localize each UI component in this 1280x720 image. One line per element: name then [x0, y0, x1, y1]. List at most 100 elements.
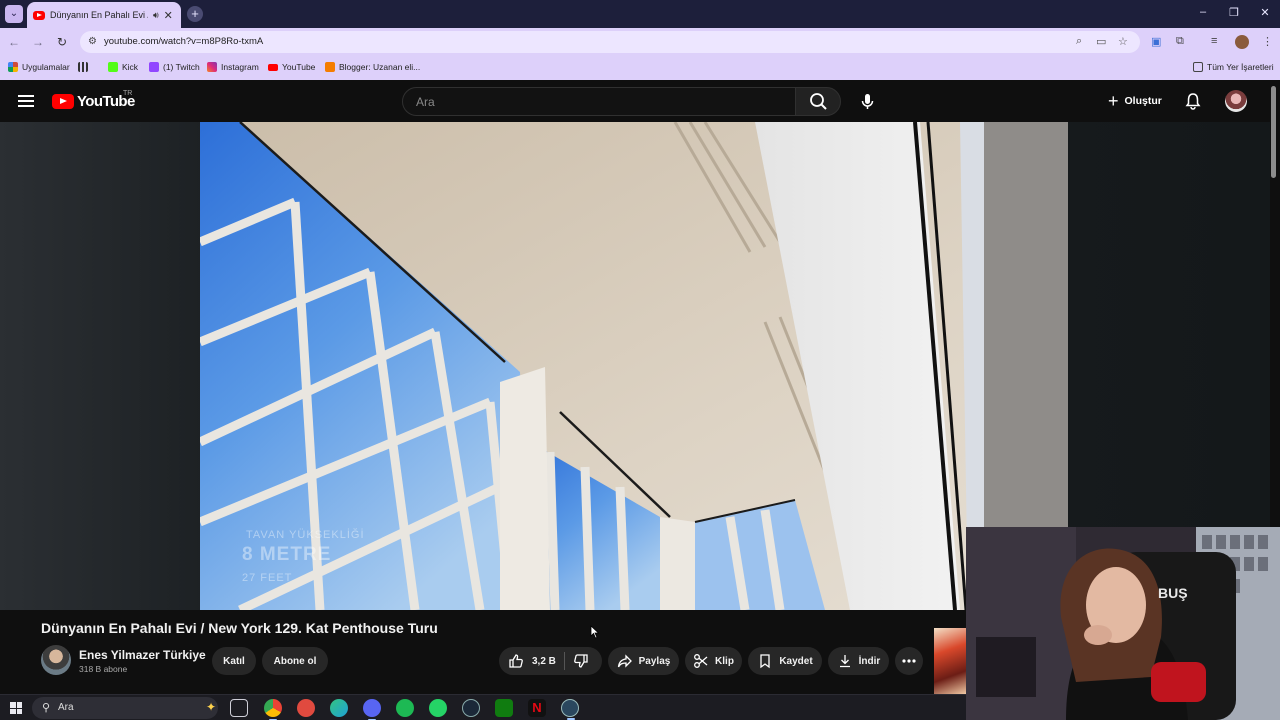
browser-toolbar: ← → ↻ ⚙ youtube.com/watch?v=m8P8Ro-txmA … — [0, 28, 1280, 56]
steam-alt-icon[interactable] — [561, 699, 579, 720]
video-overlay-caption: TAVAN YÜKSEKLİĞİ — [246, 529, 365, 541]
search-icon: ⚲ — [42, 702, 51, 714]
search-input[interactable] — [403, 88, 795, 115]
shirt-text: BUŞ — [1158, 585, 1188, 601]
channel-avatar[interactable] — [41, 645, 71, 675]
search-button[interactable] — [795, 87, 841, 116]
minimize-icon[interactable]: – — [1193, 6, 1213, 18]
bookmark-uygulamalar[interactable]: Uygulamalar — [8, 62, 70, 72]
youtube-header: YouTube TR + Oluştur — [0, 80, 1280, 122]
bookmark-instagram[interactable]: Instagram — [207, 62, 259, 72]
plus-icon: + — [1108, 91, 1119, 111]
hamburger-menu-icon[interactable] — [18, 95, 34, 107]
region-code: TR — [123, 90, 133, 97]
save-button[interactable]: Kaydet — [748, 647, 822, 675]
windows-taskbar: ⚲ Ara ✦ N — [0, 694, 966, 720]
site-info-icon[interactable]: ⚙ — [88, 36, 97, 47]
screen: ⌄ Dünyanın En Pahalı Evi / Ne 🔊︎ ✕ + – ❐… — [0, 0, 1280, 720]
webcam-image — [966, 527, 1280, 720]
zoom-icon[interactable]: ⌕ — [1076, 35, 1082, 48]
bookmark-grid[interactable] — [78, 62, 88, 72]
bookmark-icon — [760, 654, 770, 669]
browser-tab-active[interactable]: Dünyanın En Pahalı Evi / Ne 🔊︎ ✕ — [27, 2, 181, 28]
restore-icon[interactable]: ❐ — [1224, 6, 1244, 19]
tab-search-chevron-icon[interactable]: ⌄ — [5, 5, 23, 23]
instagram-icon — [207, 62, 217, 72]
more-actions-button[interactable] — [895, 647, 923, 675]
youtube-favicon-icon — [33, 10, 45, 20]
youtube-icon — [268, 63, 278, 71]
bookmark-star-icon[interactable]: ☆ — [1118, 35, 1128, 48]
install-app-icon[interactable]: ▭ — [1096, 35, 1106, 48]
video-overlay-feet: 27 FEET — [242, 572, 293, 584]
twitch-icon — [149, 62, 159, 72]
url-text: youtube.com/watch?v=m8P8Ro-txmA — [104, 36, 264, 47]
kick-icon — [108, 62, 118, 72]
new-tab-button[interactable]: + — [187, 6, 203, 22]
dislike-thumb-icon[interactable] — [573, 653, 589, 669]
xbox-icon[interactable] — [495, 699, 513, 717]
close-window-icon[interactable]: ✕ — [1255, 6, 1275, 19]
taskbar-search[interactable]: ⚲ Ara ✦ — [32, 697, 218, 719]
reading-list-icon[interactable]: ≡ — [1211, 35, 1217, 47]
spotify-icon[interactable] — [396, 699, 414, 717]
clip-button[interactable]: Klip — [685, 647, 742, 675]
bookmark-blogger[interactable]: Blogger: Uzanan eli... — [325, 62, 420, 72]
bookmarks-bar: Uygulamalar Kick (1) Twitch Instagram Yo… — [0, 56, 1280, 80]
app-red-icon[interactable] — [297, 699, 315, 717]
account-avatar[interactable] — [1225, 90, 1247, 112]
whatsapp-icon[interactable] — [429, 699, 447, 717]
sparkle-icon: ✦ — [206, 700, 217, 714]
blogger-icon — [325, 62, 335, 72]
like-count[interactable]: 3,2 B — [532, 656, 556, 667]
edge-icon[interactable] — [330, 699, 348, 717]
like-thumb-icon[interactable] — [508, 653, 524, 669]
subscribe-button[interactable]: Abone ol — [262, 647, 328, 675]
search-icon — [810, 93, 827, 110]
translate-icon[interactable]: ▣ — [1151, 35, 1161, 48]
youtube-play-logo-icon — [52, 94, 74, 109]
video-title: Dünyanın En Pahalı Evi / New York 129. K… — [41, 620, 438, 636]
video-overlay-height: 8 METRE — [242, 544, 332, 565]
channel-name[interactable]: Enes Yilmazer Türkiye — [79, 648, 206, 662]
apps-grid-icon — [8, 62, 18, 72]
address-bar[interactable]: ⚙ youtube.com/watch?v=m8P8Ro-txmA ⌕ ▭ ☆ — [80, 31, 1140, 53]
share-arrow-icon — [617, 654, 632, 668]
video-player[interactable]: TAVAN YÜKSEKLİĞİ 8 METRE 27 FEET — [200, 122, 1068, 610]
speaker-icon[interactable]: 🔊︎ — [153, 10, 159, 21]
close-tab-icon[interactable]: ✕ — [164, 9, 173, 22]
reload-icon[interactable]: ↻ — [54, 34, 70, 50]
page-scrollbar[interactable] — [1271, 86, 1276, 178]
steam-icon[interactable] — [462, 699, 480, 717]
profile-avatar[interactable] — [1235, 35, 1249, 49]
like-dislike-group: 3,2 B — [499, 647, 602, 675]
windows-start-icon[interactable] — [10, 702, 22, 714]
folder-icon — [1193, 62, 1203, 72]
bookmark-twitch[interactable]: (1) Twitch — [149, 62, 200, 72]
discord-icon[interactable] — [363, 699, 381, 720]
share-button[interactable]: Paylaş — [608, 647, 679, 675]
more-horizontal-icon — [902, 659, 916, 663]
create-button[interactable]: + Oluştur — [1100, 89, 1170, 113]
scissors-icon — [694, 654, 708, 668]
browser-menu-icon[interactable]: ⋮ — [1262, 35, 1273, 48]
extensions-icon[interactable]: ⧉ — [1176, 35, 1184, 48]
subscriber-count: 318 B abone — [79, 664, 128, 674]
like-divider — [563, 652, 565, 670]
chrome-icon[interactable] — [264, 699, 282, 720]
back-icon[interactable]: ← — [6, 34, 22, 50]
bookmark-kick[interactable]: Kick — [108, 62, 138, 72]
netflix-icon[interactable]: N — [528, 699, 546, 717]
bookmark-youtube[interactable]: YouTube — [268, 62, 315, 72]
join-button[interactable]: Katıl — [212, 647, 256, 675]
voice-search-button[interactable] — [853, 87, 882, 116]
tab-title: Dünyanın En Pahalı Evi / Ne — [50, 10, 148, 20]
download-icon — [839, 655, 850, 668]
task-view-icon[interactable] — [230, 699, 248, 717]
notifications-bell-icon[interactable] — [1184, 92, 1202, 110]
all-bookmarks-folder[interactable]: Tüm Yer İşaretleri — [1193, 62, 1274, 72]
recommended-video-thumbnail[interactable] — [934, 628, 966, 694]
search-box — [402, 87, 796, 116]
forward-icon[interactable]: → — [30, 34, 46, 50]
download-button[interactable]: İndir — [828, 647, 889, 675]
